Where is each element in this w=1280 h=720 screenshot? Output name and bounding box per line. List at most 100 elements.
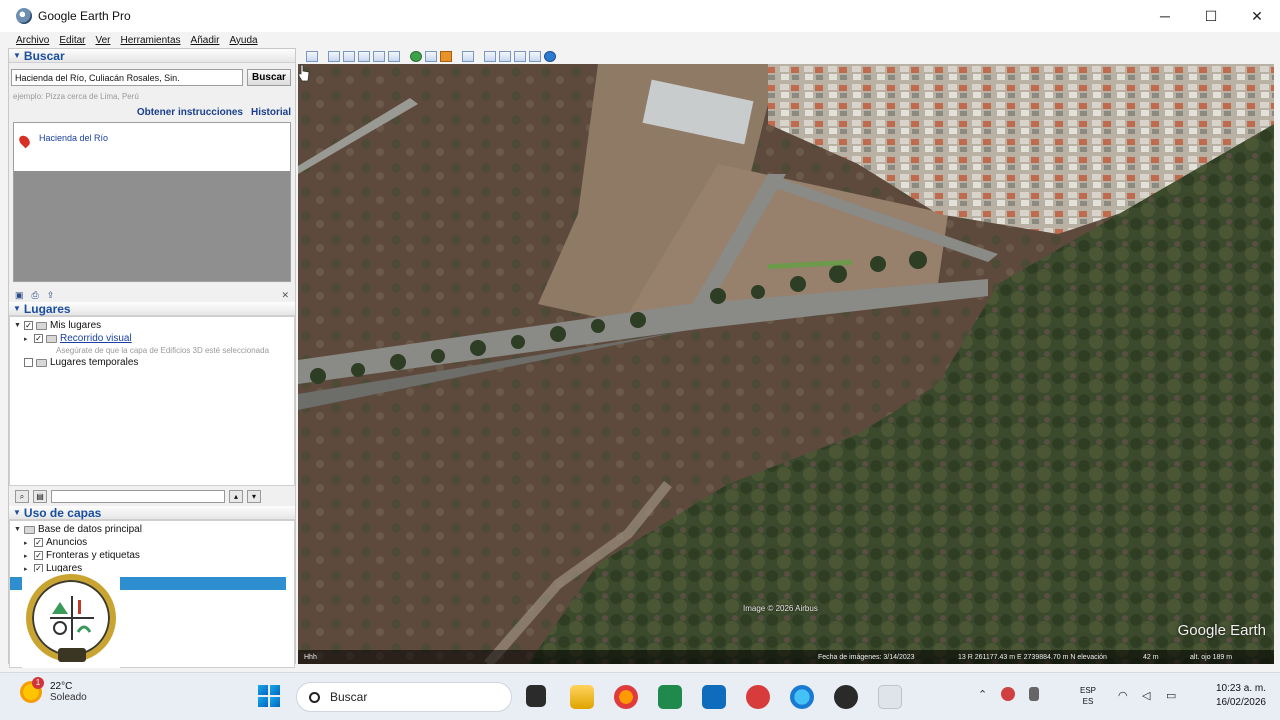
historical-imagery-icon[interactable] bbox=[410, 50, 422, 62]
chevron-up-icon[interactable]: ⌃ bbox=[978, 688, 987, 701]
tree-item-tour[interactable]: ▸ ✓ Recorrido visual bbox=[14, 332, 290, 345]
volume-icon[interactable]: ◁ bbox=[1142, 689, 1150, 702]
checkbox[interactable]: ✓ bbox=[34, 334, 43, 343]
search-icon bbox=[309, 691, 320, 703]
weather-widget[interactable]: 1 22°C Soleado bbox=[20, 677, 87, 703]
sun-icon: 1 bbox=[20, 677, 44, 703]
placemark-icon[interactable] bbox=[328, 50, 340, 62]
planets-icon[interactable] bbox=[440, 50, 452, 62]
firefox-icon[interactable] bbox=[614, 685, 638, 709]
history-link[interactable]: Historial bbox=[251, 107, 291, 118]
tour-label[interactable]: Recorrido visual bbox=[60, 333, 132, 344]
map-toolbar bbox=[298, 48, 1274, 64]
move-down-icon[interactable]: ▾ bbox=[247, 489, 261, 503]
tree-item-my-places[interactable]: ▼ ✓ Mis lugares bbox=[14, 319, 290, 332]
expand-icon[interactable]: ▼ bbox=[14, 322, 24, 329]
primary-db-label[interactable]: Base de datos principal bbox=[38, 524, 142, 535]
coordinates-readout: 13 R 261177.43 m E 2739884.70 m N elevac… bbox=[958, 653, 1107, 661]
maximize-button[interactable]: ☐ bbox=[1188, 0, 1234, 32]
temp-places-label[interactable]: Lugares temporales bbox=[50, 357, 138, 368]
microphone-icon[interactable] bbox=[1029, 687, 1040, 701]
map-view[interactable]: Image © 2026 Airbus Google Earth Hhh Fec… bbox=[298, 64, 1274, 664]
tree-item-primary-db[interactable]: ▼ Base de datos principal bbox=[14, 523, 290, 536]
checkbox[interactable]: ✓ bbox=[24, 321, 33, 330]
my-places-label[interactable]: Mis lugares bbox=[50, 320, 101, 331]
camera-app-icon[interactable] bbox=[834, 685, 858, 709]
email-icon[interactable] bbox=[484, 50, 496, 62]
taskbar-search[interactable]: Buscar bbox=[296, 682, 512, 712]
menu-ayuda[interactable]: Ayuda bbox=[229, 35, 257, 46]
search-places-icon[interactable]: ⌕ bbox=[15, 489, 29, 503]
menu-archivo[interactable]: Archivo bbox=[16, 35, 49, 46]
polygon-icon[interactable] bbox=[343, 50, 355, 62]
sun-icon[interactable] bbox=[425, 50, 437, 62]
earth-gallery-icon[interactable] bbox=[544, 50, 556, 62]
get-directions-link[interactable]: Obtener instrucciones bbox=[137, 107, 243, 118]
ruler-icon[interactable] bbox=[462, 50, 474, 62]
hand-cursor-icon bbox=[298, 64, 310, 82]
globe-icon bbox=[24, 525, 35, 534]
outlook-icon[interactable] bbox=[702, 685, 726, 709]
collapse-triangle-icon[interactable]: ▼ bbox=[13, 51, 21, 60]
minimize-button[interactable]: ─ bbox=[1142, 0, 1188, 32]
menu-editar[interactable]: Editar bbox=[59, 35, 85, 46]
google-earth-taskbar-icon[interactable] bbox=[878, 685, 902, 709]
notification-badge: 1 bbox=[32, 677, 44, 689]
close-button[interactable]: ✕ bbox=[1234, 0, 1280, 32]
close-results-icon[interactable]: ✕ bbox=[281, 290, 289, 301]
folder-icon bbox=[36, 321, 47, 330]
share-icon[interactable]: ⇪ bbox=[47, 290, 55, 301]
record-tour-icon[interactable] bbox=[388, 50, 400, 62]
institution-logo bbox=[22, 572, 120, 668]
places-filter-input[interactable] bbox=[51, 489, 225, 503]
menu-anadir[interactable]: Añadir bbox=[191, 35, 220, 46]
language-indicator[interactable]: ESP ES bbox=[1080, 685, 1096, 707]
sidebar-toggle-icon[interactable] bbox=[306, 50, 318, 62]
layers-panel-header[interactable]: ▼ Uso de capas bbox=[9, 506, 295, 520]
places-toolbar: ⌕ ▤ ▴ ▾ bbox=[9, 486, 295, 506]
weather-condition: Soleado bbox=[50, 692, 87, 703]
wifi-icon[interactable]: ◠ bbox=[1118, 689, 1128, 702]
battery-icon[interactable]: ▭ bbox=[1166, 689, 1176, 702]
checkbox[interactable] bbox=[24, 358, 33, 367]
layer-item[interactable]: ▸ ✓ Fronteras y etiquetas bbox=[14, 549, 290, 562]
menu-ver[interactable]: Ver bbox=[95, 35, 110, 46]
collapse-triangle-icon[interactable]: ▼ bbox=[13, 304, 21, 313]
save-image-icon[interactable] bbox=[514, 50, 526, 62]
satellite-imagery bbox=[298, 64, 1274, 664]
places-panel-header[interactable]: ▼ Lugares bbox=[9, 302, 295, 316]
menu-herramientas[interactable]: Herramientas bbox=[121, 35, 181, 46]
app-icon[interactable] bbox=[746, 685, 770, 709]
collapse-triangle-icon[interactable]: ▼ bbox=[13, 508, 21, 517]
task-view-icon[interactable] bbox=[526, 685, 546, 707]
print-icon[interactable]: ⎙ bbox=[32, 290, 39, 301]
search-result-item[interactable]: Hacienda del Río bbox=[14, 123, 290, 171]
excel-icon[interactable] bbox=[658, 685, 682, 709]
search-example-text: ejemplo: Pizza cerca de Lima, Perú bbox=[13, 92, 139, 101]
tree-item-temp-places[interactable]: Lugares temporales bbox=[14, 356, 290, 369]
expand-icon[interactable]: ▸ bbox=[24, 335, 34, 343]
elevation-readout: 42 m bbox=[1143, 653, 1159, 661]
tray-app-icon[interactable] bbox=[1001, 687, 1016, 701]
checkbox[interactable]: ✓ bbox=[34, 538, 43, 547]
clock[interactable]: 10:23 a. m. 16/02/2026 bbox=[1196, 683, 1266, 708]
print-icon[interactable] bbox=[499, 50, 511, 62]
layer-label[interactable]: Fronteras y etiquetas bbox=[46, 550, 140, 561]
expand-icon[interactable]: ▼ bbox=[14, 526, 24, 533]
maps-icon[interactable] bbox=[529, 50, 541, 62]
search-input[interactable] bbox=[11, 69, 243, 86]
list-view-icon[interactable]: ▤ bbox=[33, 489, 47, 503]
image-overlay-icon[interactable] bbox=[373, 50, 385, 62]
search-panel-header[interactable]: ▼ Buscar bbox=[9, 49, 295, 63]
checkbox[interactable]: ✓ bbox=[34, 551, 43, 560]
path-icon[interactable] bbox=[358, 50, 370, 62]
file-explorer-icon[interactable] bbox=[570, 685, 594, 709]
move-up-icon[interactable]: ▴ bbox=[229, 489, 243, 503]
edge-icon[interactable] bbox=[790, 685, 814, 709]
layer-item[interactable]: ▸ ✓ Anuncios bbox=[14, 536, 290, 549]
start-button[interactable] bbox=[258, 685, 280, 707]
copy-icon[interactable]: ▣ bbox=[15, 290, 24, 301]
search-button[interactable]: Buscar bbox=[247, 69, 291, 86]
layer-label[interactable]: Anuncios bbox=[46, 537, 87, 548]
search-result-label[interactable]: Hacienda del Río bbox=[39, 133, 108, 143]
